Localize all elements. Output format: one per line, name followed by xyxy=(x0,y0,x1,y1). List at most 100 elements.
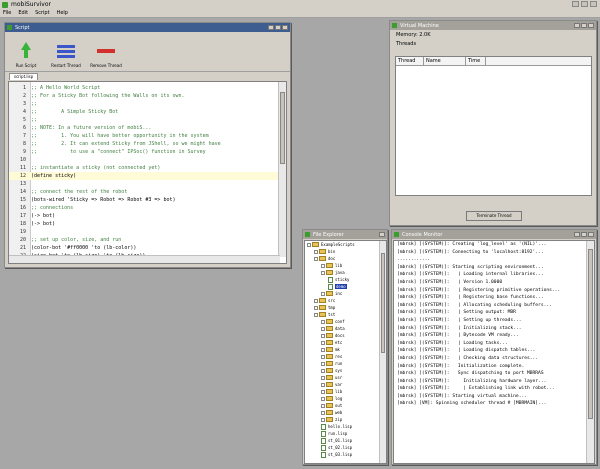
column-header-thread[interactable]: Thread xyxy=(396,57,424,65)
tree-folder[interactable]: log xyxy=(305,395,386,402)
code-line[interactable]: 2 ;; For a Sticky Bot following the Walls… xyxy=(9,92,279,100)
tree-folder[interactable]: doc xyxy=(305,255,386,262)
tree-folder[interactable]: mk xyxy=(305,346,386,353)
tree-folder[interactable]: lib xyxy=(305,388,386,395)
remove-thread-button[interactable]: Remove Thread xyxy=(89,42,123,68)
expand-toggle-icon[interactable] xyxy=(321,375,325,380)
console-output[interactable]: [mbrsk] [(SYSTEM)]: Creating 'log_level'… xyxy=(393,240,595,464)
tree-folder[interactable]: conf xyxy=(305,318,386,325)
code-line[interactable]: 16 ;; connections xyxy=(9,204,279,212)
menu-file[interactable]: File xyxy=(3,10,11,16)
code-line[interactable]: 4 ;; A Simple Sticky Bot xyxy=(9,108,279,116)
tree-folder[interactable]: docs xyxy=(305,332,386,339)
close-icon[interactable] xyxy=(590,1,597,7)
close-icon[interactable] xyxy=(282,25,288,30)
expand-toggle-icon[interactable] xyxy=(321,340,325,345)
code-line[interactable]: 15 (bots-wired 'Sticky => Robot => Robot … xyxy=(9,196,279,204)
code-line[interactable]: 20 ;; set up color, size, and run xyxy=(9,236,279,244)
close-icon[interactable] xyxy=(588,23,594,28)
menu-script[interactable]: Script xyxy=(35,10,50,16)
run-script-button[interactable]: Run Script xyxy=(9,42,43,68)
tree-folder[interactable]: inc xyxy=(305,290,386,297)
expand-toggle-icon[interactable] xyxy=(321,361,325,366)
code-line[interactable]: 21 (color-bot '#ff0000 'to (lb-color)) xyxy=(9,244,279,252)
restart-thread-button[interactable]: Restart Thread xyxy=(49,42,83,68)
expand-toggle-icon[interactable] xyxy=(321,403,325,408)
maximize-icon[interactable] xyxy=(581,23,587,28)
code-line[interactable]: 17 (-> bot) xyxy=(9,212,279,220)
editor-scroll-thumb[interactable] xyxy=(280,92,285,164)
expand-toggle-icon[interactable] xyxy=(307,242,311,247)
close-icon[interactable] xyxy=(588,232,594,237)
tab-script-file[interactable]: script.lisp xyxy=(9,73,39,80)
minimize-icon[interactable] xyxy=(574,23,580,28)
vm-window-titlebar[interactable]: Virtual Machine xyxy=(390,21,596,30)
editor-horizontal-scrollbar[interactable] xyxy=(9,255,280,263)
code-line[interactable]: 5;; xyxy=(9,116,279,124)
expand-toggle-icon[interactable] xyxy=(314,298,318,303)
console-titlebar[interactable]: Console Monitor xyxy=(392,230,596,239)
code-line[interactable]: 7 ;; 1. You will have better opportunity … xyxy=(9,132,279,140)
expand-toggle-icon[interactable] xyxy=(321,270,325,275)
expand-toggle-icon[interactable] xyxy=(321,396,325,401)
tree-folder[interactable]: src xyxy=(305,297,386,304)
maximize-icon[interactable] xyxy=(275,25,281,30)
expand-toggle-icon[interactable] xyxy=(321,382,325,387)
script-window-titlebar[interactable]: Script xyxy=(5,23,290,32)
expand-toggle-icon[interactable] xyxy=(321,368,325,373)
tree-folder[interactable]: sys xyxy=(305,367,386,374)
tree-scroll-thumb[interactable] xyxy=(381,253,385,353)
code-line[interactable]: 8 ;; 2. It can extend Sticky from JShell,… xyxy=(9,140,279,148)
tree-folder[interactable]: data xyxy=(305,325,386,332)
expand-toggle-icon[interactable] xyxy=(321,263,325,268)
code-line[interactable]: 18 (-> bot) xyxy=(9,220,279,228)
file-tree[interactable]: ExampleScripts bin doc lib java sticky demo inc… xyxy=(304,240,387,464)
expand-toggle-icon[interactable] xyxy=(321,326,325,331)
tree-folder[interactable]: zip xyxy=(305,416,386,423)
menu-edit[interactable]: Edit xyxy=(18,10,28,16)
code-line[interactable]: 13 xyxy=(9,180,279,188)
menu-help[interactable]: Help xyxy=(57,10,68,16)
tree-file[interactable]: st_01.lisp xyxy=(305,437,386,444)
tree-file[interactable]: sticky xyxy=(305,276,386,283)
tree-folder[interactable]: ExampleScripts xyxy=(305,241,386,248)
explorer-titlebar[interactable]: File Explorer xyxy=(303,230,387,239)
tree-file[interactable]: hello.lisp xyxy=(305,423,386,430)
expand-toggle-icon[interactable] xyxy=(314,305,318,310)
tree-folder[interactable]: tst xyxy=(305,311,386,318)
expand-toggle-icon[interactable] xyxy=(321,354,325,359)
expand-toggle-icon[interactable] xyxy=(314,249,318,254)
thread-table[interactable]: Thread Name Time xyxy=(395,56,592,196)
console-scroll-thumb[interactable] xyxy=(588,249,593,419)
tree-folder[interactable]: etc xyxy=(305,339,386,346)
tree-folder[interactable]: run xyxy=(305,360,386,367)
column-header-time[interactable]: Time xyxy=(466,57,486,65)
code-line[interactable]: 14 ;; connect the rest of the robot xyxy=(9,188,279,196)
tree-folder[interactable]: out xyxy=(305,402,386,409)
expand-toggle-icon[interactable] xyxy=(321,347,325,352)
code-line[interactable]: 6 ;; NOTE: In a future version of mobiS..… xyxy=(9,124,279,132)
expand-toggle-icon[interactable] xyxy=(321,389,325,394)
tree-file[interactable]: demo xyxy=(305,283,386,290)
expand-toggle-icon[interactable] xyxy=(321,291,325,296)
code-line[interactable]: 10 xyxy=(9,156,279,164)
minimize-icon[interactable] xyxy=(572,1,579,7)
tree-file[interactable]: st_03.lisp xyxy=(305,451,386,458)
code-line[interactable]: 3;; xyxy=(9,100,279,108)
code-line[interactable]: 11 ;; instantiate a sticky (not connected… xyxy=(9,164,279,172)
tree-folder[interactable]: res xyxy=(305,353,386,360)
expand-toggle-icon[interactable] xyxy=(314,256,318,261)
code-line[interactable]: 12 (define sticky) xyxy=(9,172,279,180)
tree-folder[interactable]: bin xyxy=(305,248,386,255)
tree-folder[interactable]: web xyxy=(305,409,386,416)
terminate-thread-button[interactable]: Terminate Thread xyxy=(466,211,522,221)
tree-folder[interactable]: tmp xyxy=(305,304,386,311)
tree-folder[interactable]: var xyxy=(305,381,386,388)
code-editor[interactable]: 1 ;; A Hello World Script 2 ;; For a Sticky… xyxy=(8,81,287,264)
expand-toggle-icon[interactable] xyxy=(321,417,325,422)
console-vertical-scrollbar[interactable] xyxy=(586,241,594,463)
expand-toggle-icon[interactable] xyxy=(321,410,325,415)
expand-toggle-icon[interactable] xyxy=(321,333,325,338)
code-line[interactable]: 9 ;; to use a "connect" IPSoc() function … xyxy=(9,148,279,156)
maximize-icon[interactable] xyxy=(581,1,588,7)
